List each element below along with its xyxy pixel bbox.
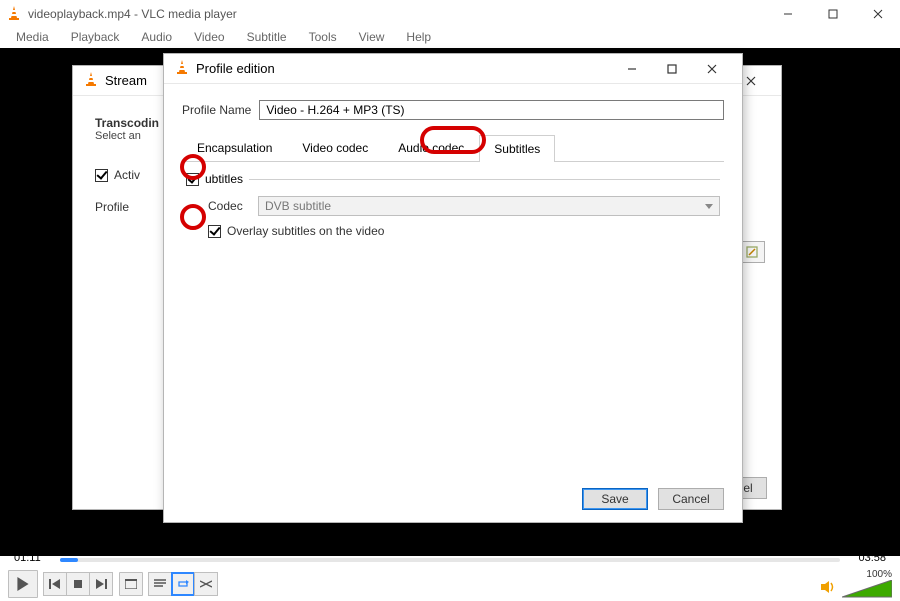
stop-button[interactable] <box>66 572 90 596</box>
speaker-icon[interactable] <box>820 579 836 598</box>
main-close-button[interactable] <box>855 0 900 28</box>
tab-encapsulation[interactable]: Encapsulation <box>182 134 287 161</box>
main-window-buttons <box>765 0 900 28</box>
activate-transcoding-checkbox[interactable] <box>95 169 108 182</box>
subtitles-enable-checkbox[interactable] <box>186 173 199 186</box>
prev-button[interactable] <box>43 572 67 596</box>
profile-cancel-button[interactable]: Cancel <box>658 488 724 510</box>
profile-tabs: Encapsulation Video codec Audio codec Su… <box>182 134 724 162</box>
main-maximize-button[interactable] <box>810 0 855 28</box>
next-button[interactable] <box>89 572 113 596</box>
time-elapsed: 01:11 <box>14 552 41 564</box>
shuffle-button[interactable] <box>194 572 218 596</box>
profile-name-input[interactable] <box>259 100 724 120</box>
play-button[interactable] <box>8 570 38 598</box>
profile-dialog: Profile edition Profile Name Encapsulati… <box>163 53 743 523</box>
loop-button[interactable] <box>171 572 195 596</box>
mode-cluster <box>149 572 218 596</box>
seek-track[interactable] <box>60 558 840 562</box>
overlay-subtitles-label: Overlay subtitles on the video <box>227 224 384 238</box>
vlc-icon <box>83 71 99 90</box>
menu-video[interactable]: Video <box>184 28 234 48</box>
profile-save-button[interactable]: Save <box>582 488 648 510</box>
codec-select-value: DVB subtitle <box>265 199 331 213</box>
menubar: Media Playback Audio Video Subtitle Tool… <box>0 28 900 48</box>
divider <box>249 179 720 180</box>
menu-playback[interactable]: Playback <box>61 28 130 48</box>
codec-select[interactable]: DVB subtitle <box>258 196 720 216</box>
time-total: 03:58 <box>858 552 886 564</box>
fullscreen-button[interactable] <box>119 572 143 596</box>
chevron-down-icon <box>705 204 713 209</box>
profile-maximize-button[interactable] <box>652 54 692 84</box>
main-titlebar: videoplayback.mp4 - VLC media player <box>0 0 900 28</box>
seek-bar[interactable]: 01:11 03:58 <box>8 556 892 564</box>
tab-audio-codec[interactable]: Audio codec <box>383 134 479 161</box>
profile-label: Profile <box>95 200 129 214</box>
menu-tools[interactable]: Tools <box>299 28 347 48</box>
player-controls: 100% <box>0 568 900 600</box>
menu-help[interactable]: Help <box>396 28 441 48</box>
menu-media[interactable]: Media <box>6 28 59 48</box>
profile-title: Profile edition <box>196 61 612 76</box>
activate-transcoding-label: Activ <box>114 168 140 182</box>
overlay-subtitles-checkbox[interactable] <box>208 225 221 238</box>
tab-video-codec[interactable]: Video codec <box>287 134 383 161</box>
subtitles-group-label: ubtitles <box>205 172 243 186</box>
profile-close-button[interactable] <box>692 54 732 84</box>
volume-control[interactable] <box>820 579 892 598</box>
volume-slider[interactable] <box>842 580 892 598</box>
profile-titlebar: Profile edition <box>164 54 742 84</box>
menu-audio[interactable]: Audio <box>131 28 182 48</box>
vlc-icon <box>174 59 190 78</box>
codec-label: Codec <box>208 199 250 213</box>
tab-subtitles[interactable]: Subtitles <box>479 135 555 162</box>
menu-subtitle[interactable]: Subtitle <box>237 28 297 48</box>
seek-fill <box>60 558 78 562</box>
profile-name-label: Profile Name <box>182 103 251 117</box>
menu-view[interactable]: View <box>349 28 395 48</box>
subtitles-tabpage: ubtitles Codec DVB subtitle Overlay subt… <box>182 162 724 480</box>
main-minimize-button[interactable] <box>765 0 810 28</box>
skip-cluster <box>44 572 113 596</box>
playlist-button[interactable] <box>148 572 172 596</box>
profile-minimize-button[interactable] <box>612 54 652 84</box>
vlc-icon <box>6 5 22 24</box>
